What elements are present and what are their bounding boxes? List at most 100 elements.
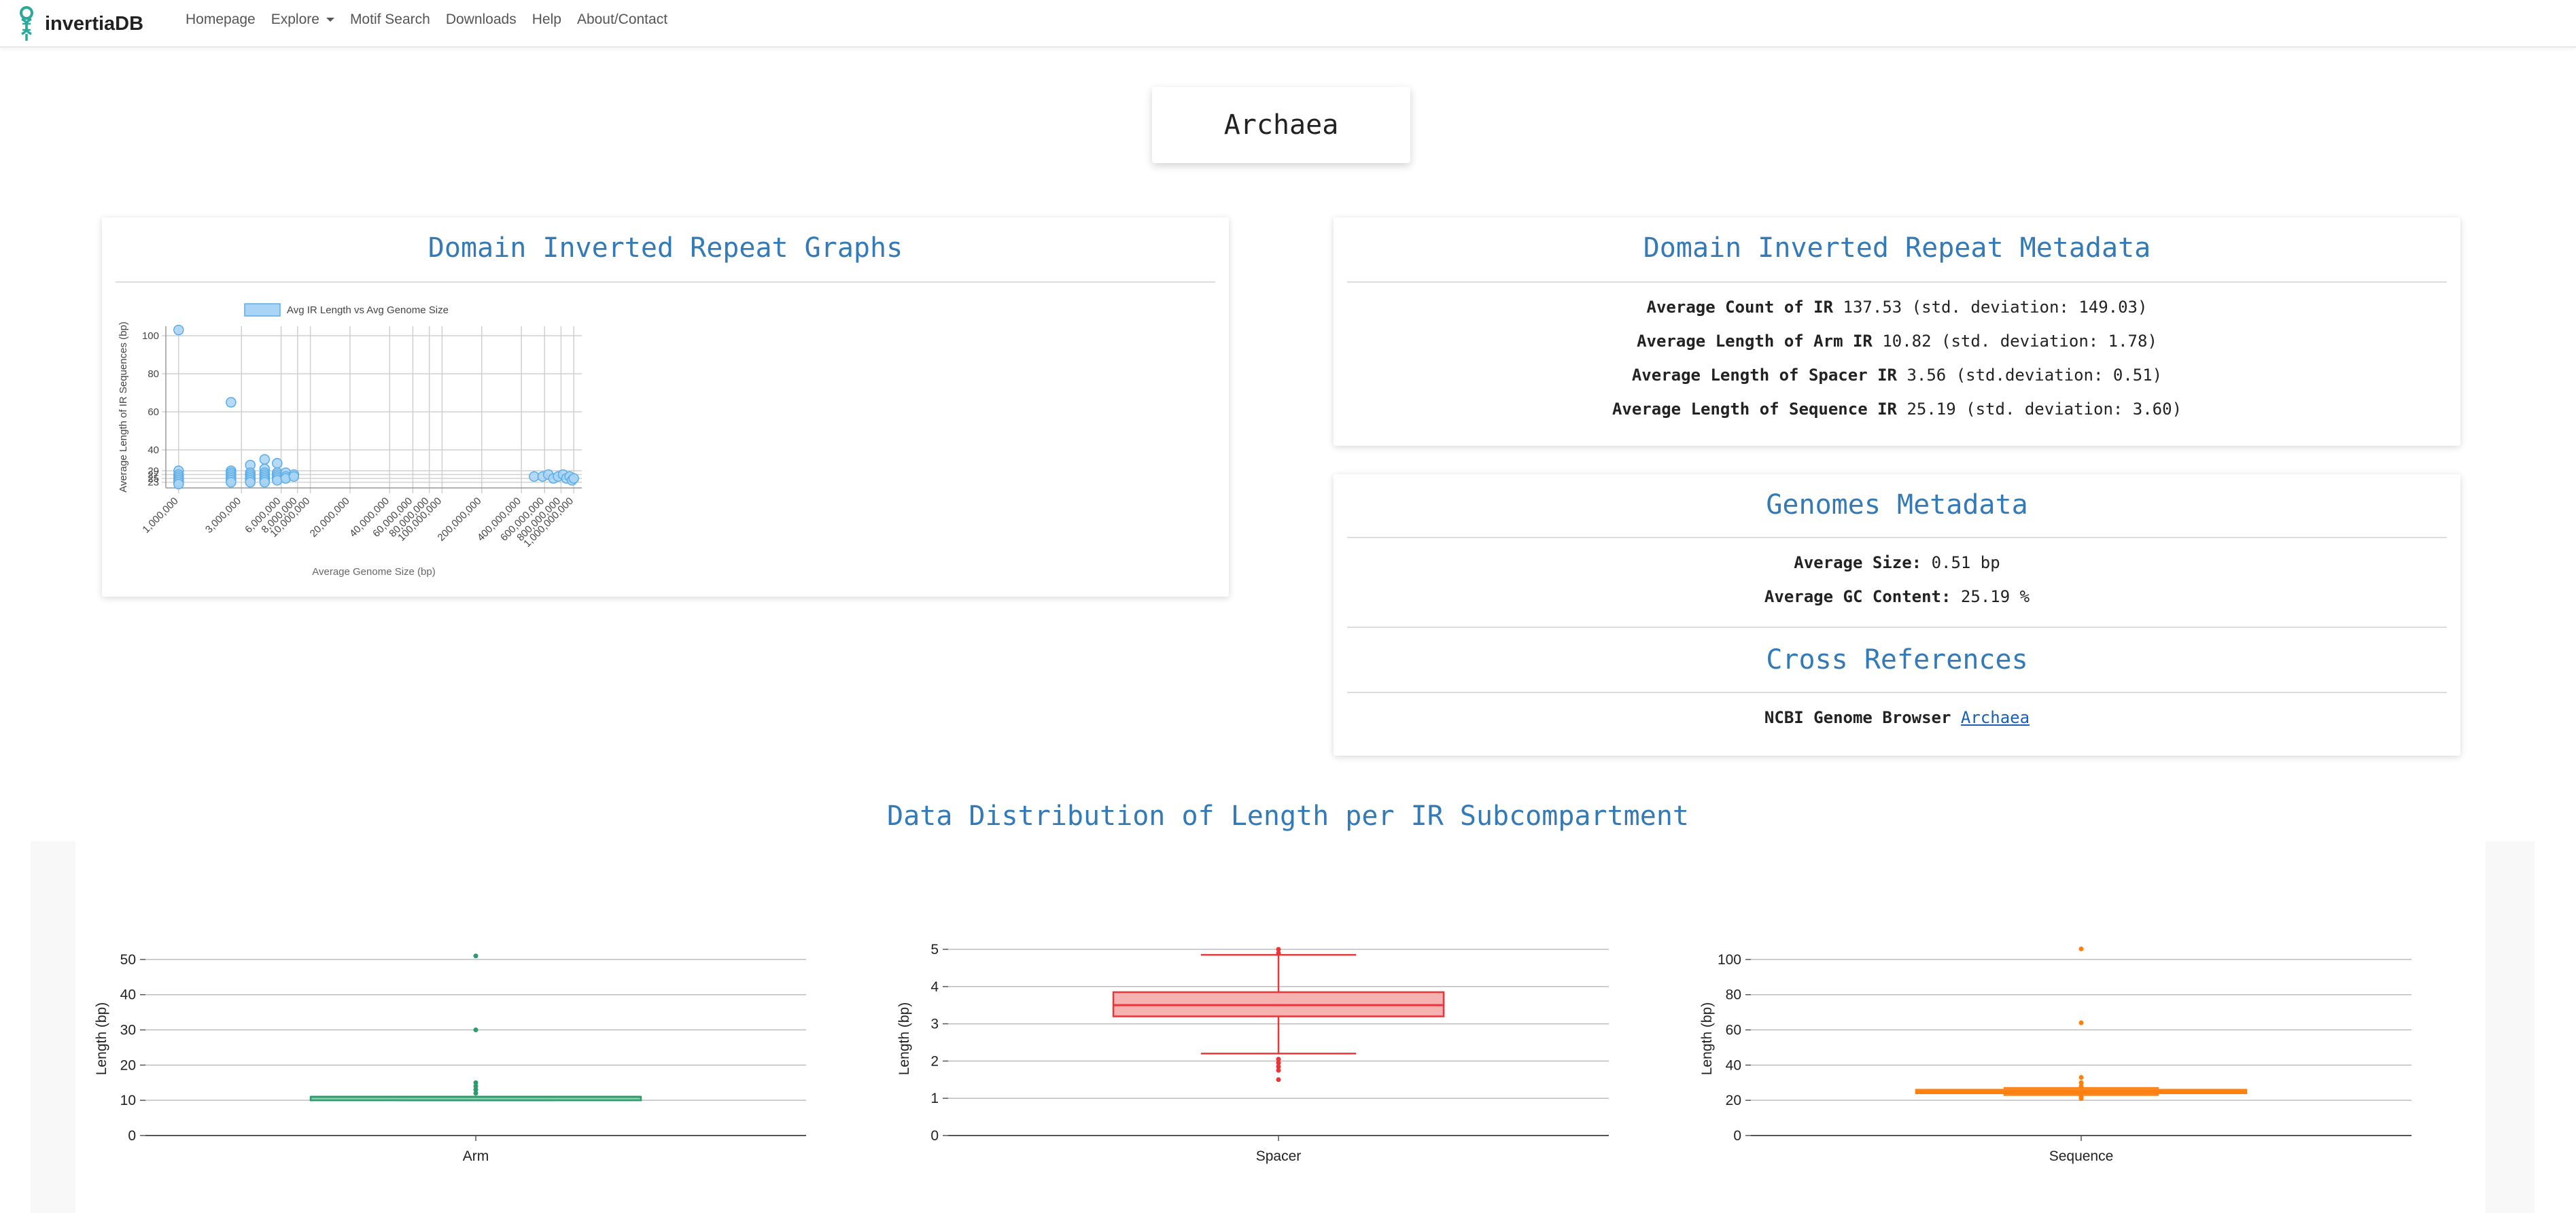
x-axis-label: Average Genome Size (bp) xyxy=(312,566,436,578)
arm-y-tick-label: 0 xyxy=(128,1128,136,1144)
caret-down-icon xyxy=(326,18,334,22)
arm-y-tick-label: 20 xyxy=(120,1057,136,1073)
nav-menu: Homepage Explore Motif Search Downloads … xyxy=(186,0,683,39)
arm-y-axis-label: Length (bp) xyxy=(94,1002,109,1075)
genomes-metadata-title: Genomes Metadata xyxy=(1766,489,2028,521)
scatter-point xyxy=(259,454,271,465)
sequence-y-tick-label: 40 xyxy=(1726,1057,1741,1073)
navbar: invertiaDB Homepage Explore Motif Search… xyxy=(0,0,2576,48)
spacer-outlier-point xyxy=(1276,1077,1281,1083)
sequence-y-tick-label: 0 xyxy=(1733,1128,1741,1144)
brand-name: invertiaDB xyxy=(45,12,144,35)
arm-y-tick-label: 30 xyxy=(120,1023,136,1038)
nav-explore[interactable]: Explore xyxy=(271,12,334,28)
meta-label: Average Count of IR xyxy=(1646,298,1834,317)
sequence-y-tick-label: 20 xyxy=(1726,1093,1741,1108)
divider xyxy=(1347,692,2447,693)
arm-outlier-point xyxy=(473,1080,478,1085)
brand[interactable]: invertiaDB xyxy=(15,4,143,43)
scatter-point xyxy=(272,457,283,469)
sequence-y-tick-label: 100 xyxy=(1718,952,1741,968)
meta-label: Average Length of Sequence IR xyxy=(1612,400,1897,419)
scatter-point xyxy=(173,324,184,336)
sequence-outlier-point xyxy=(2078,1094,2084,1100)
box-plots: 0 10 20 30 40 50 Arm Length (bp) 0 1 2 3 4 5 Spacer Len… xyxy=(94,942,2412,1164)
scatter-point xyxy=(245,476,256,488)
genomes-metadata-card: Genomes Metadata Average Size: 0.51 bp A… xyxy=(1334,474,2460,756)
scatter-chart: Avg IR Length vs Avg Genome Size 1,000,00… xyxy=(118,303,582,578)
sequence-category-label: Sequence xyxy=(2049,1148,2114,1164)
meta-value: 25.19 (std. deviation: 3.60) xyxy=(1907,400,2182,419)
spacer-y-axis-label: Length (bp) xyxy=(897,1002,912,1075)
sequence-y-tick-label: 60 xyxy=(1726,1023,1741,1038)
spacer-category-label: Spacer xyxy=(1256,1148,1302,1164)
meta-value: 137.53 (std. deviation: 149.03) xyxy=(1843,298,2148,317)
meta-value: 3.56 (std.deviation: 0.51) xyxy=(1907,366,2163,385)
arm-y-tick-label: 40 xyxy=(120,987,136,1003)
sequence-y-axis-label: Length (bp) xyxy=(1699,1002,1715,1075)
nav-homepage[interactable]: Homepage xyxy=(186,12,256,28)
meta-label: Average Length of Arm IR xyxy=(1637,332,1873,351)
y-tick-label: 60 xyxy=(147,406,159,418)
ir-metadata-card: Domain Inverted Repeat Metadata Average … xyxy=(1334,217,2460,446)
meta-arm-ir: Average Length of Arm IR 10.82 (std. dev… xyxy=(1334,332,2460,351)
nav-about-contact[interactable]: About/Contact xyxy=(577,12,667,28)
arm-outlier-point xyxy=(473,953,478,959)
spacer-outlier-point xyxy=(1276,1057,1281,1062)
genome-average-size: Average Size: 0.51 bp xyxy=(1334,553,2460,572)
meta-count-ir: Average Count of IR 137.53 (std. deviati… xyxy=(1334,298,2460,317)
scatter-point xyxy=(288,471,300,482)
ir-graphs-card: Domain Inverted Repeat Graphs Avg IR Len… xyxy=(102,217,1229,597)
scatter-point xyxy=(173,478,184,490)
spacer-y-tick-label: 3 xyxy=(930,1017,939,1032)
meta-value: 10.82 (std. deviation: 1.78) xyxy=(1882,332,2157,351)
meta-value: 25.19 % xyxy=(1960,587,2030,606)
legend-swatch xyxy=(244,303,281,317)
page-title-card: Archaea xyxy=(1152,87,1410,163)
sequence-outlier-point xyxy=(2078,1080,2084,1085)
sequence-outlier-point xyxy=(2078,1020,2084,1025)
meta-sequence-ir: Average Length of Sequence IR 25.19 (std… xyxy=(1334,400,2460,419)
dna-logo-icon xyxy=(20,6,33,41)
arm-y-tick-label: 50 xyxy=(120,952,136,968)
scatter-point xyxy=(226,397,237,408)
y-tick-label: 100 xyxy=(142,330,159,342)
nav-explore-label: Explore xyxy=(271,12,319,27)
divider xyxy=(1347,281,2447,283)
arm-category-label: Arm xyxy=(463,1148,489,1164)
ir-metadata-title: Domain Inverted Repeat Metadata xyxy=(1643,232,2151,264)
x-tick-label: 20,000,000 xyxy=(308,495,352,540)
spacer-outlier-point xyxy=(1276,947,1281,952)
genome-gc-content: Average GC Content: 25.19 % xyxy=(1334,587,2460,606)
scatter-point xyxy=(568,473,579,484)
meta-spacer-ir: Average Length of Spacer IR 3.56 (std.de… xyxy=(1334,366,2460,385)
spacer-y-tick-label: 1 xyxy=(930,1091,939,1106)
y-tick-label: 29 xyxy=(147,465,159,477)
meta-label: Average GC Content: xyxy=(1764,587,1951,606)
scatter-point xyxy=(259,476,271,488)
spacer-y-tick-label: 0 xyxy=(930,1128,939,1144)
scatter-point xyxy=(226,476,237,488)
spacer-y-tick-label: 4 xyxy=(930,979,939,995)
nav-downloads[interactable]: Downloads xyxy=(446,12,517,28)
x-tick-label: 3,000,000 xyxy=(203,495,243,535)
spacer-y-tick-label: 5 xyxy=(930,942,939,957)
ncbi-archaea-link[interactable]: Archaea xyxy=(1961,708,2030,727)
spacer-y-tick-label: 2 xyxy=(930,1053,939,1069)
nav-help[interactable]: Help xyxy=(532,12,561,28)
y-tick-label: 80 xyxy=(147,368,159,380)
sequence-outlier-point xyxy=(2078,1075,2084,1080)
ncbi-reference: NCBI Genome Browser Archaea xyxy=(1334,708,2460,727)
y-axis-label: Average Length of IR Sequences (bp) xyxy=(118,321,129,493)
nav-motif-search[interactable]: Motif Search xyxy=(350,12,430,28)
divider xyxy=(1347,537,2447,538)
arm-outlier-point xyxy=(473,1027,478,1033)
x-tick-label: 1,000,000 xyxy=(140,495,180,535)
meta-value: 0.51 bp xyxy=(1931,553,2000,572)
ir-graphs-title: Domain Inverted Repeat Graphs xyxy=(428,232,903,264)
arm-y-tick-label: 10 xyxy=(120,1093,136,1108)
meta-label: Average Length of Spacer IR xyxy=(1631,366,1897,385)
meta-label: Average Size: xyxy=(1794,553,1922,572)
cross-references-title: Cross References xyxy=(1766,644,2028,675)
sequence-outlier-point xyxy=(2078,946,2084,951)
